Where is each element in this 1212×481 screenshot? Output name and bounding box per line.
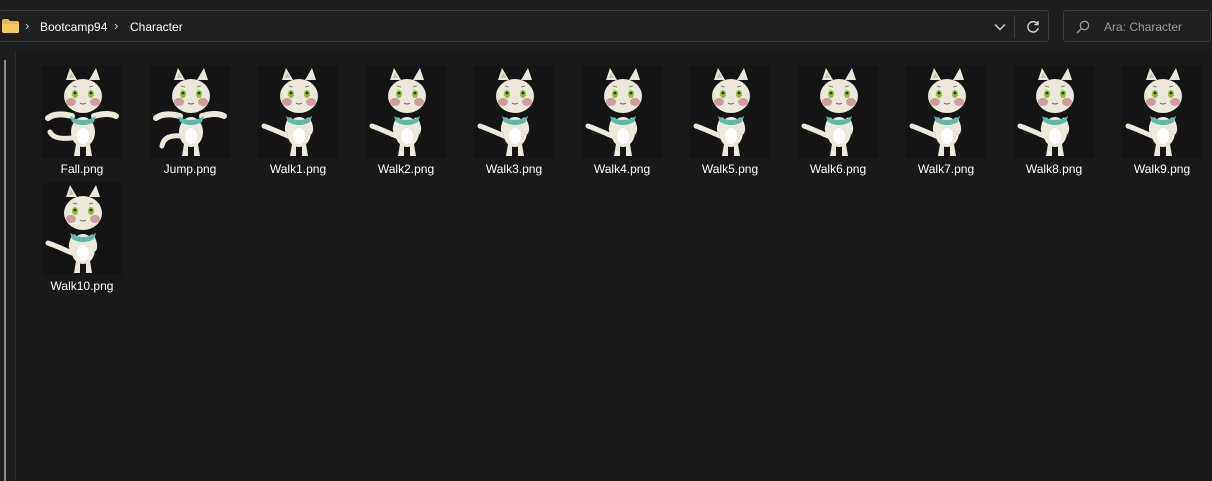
file-thumbnail: [690, 66, 770, 158]
file-grid: Fall.png Jump.png Walk1.png Walk2.png Wa…: [17, 52, 1212, 481]
file-name: Walk9.png: [1133, 162, 1191, 176]
address-toolbar: › Bootcamp94 › Character Ara: Character: [0, 0, 1212, 52]
navigation-scrollbar[interactable]: [4, 60, 6, 481]
address-divider: [1014, 15, 1015, 38]
search-input[interactable]: Ara: Character: [1104, 19, 1182, 35]
file-item[interactable]: Walk10.png: [30, 171, 134, 293]
file-item[interactable]: Walk3.png: [462, 54, 566, 176]
file-item[interactable]: Walk1.png: [246, 54, 350, 176]
refresh-icon[interactable]: [1020, 15, 1046, 39]
file-thumbnail: [42, 183, 122, 275]
file-thumbnail: [150, 66, 230, 158]
file-thumbnail: [798, 66, 878, 158]
file-item[interactable]: Walk7.png: [894, 54, 998, 176]
breadcrumb-item-bootcamp94[interactable]: Bootcamp94: [40, 18, 107, 36]
file-item[interactable]: Walk9.png: [1110, 54, 1212, 176]
file-name: Walk10.png: [50, 279, 114, 293]
file-thumbnail: [1014, 66, 1094, 158]
navigation-pane[interactable]: [0, 52, 16, 481]
address-bar[interactable]: › Bootcamp94 › Character: [0, 10, 1049, 42]
breadcrumb-separator-icon: ›: [114, 18, 119, 33]
chevron-down-icon[interactable]: [987, 15, 1013, 39]
search-box[interactable]: Ara: Character: [1063, 10, 1211, 42]
file-thumbnail: [366, 66, 446, 158]
file-thumbnail: [1122, 66, 1202, 158]
file-thumbnail: [474, 66, 554, 158]
file-name: Walk3.png: [485, 162, 543, 176]
file-name: Walk1.png: [269, 162, 327, 176]
file-thumbnail: [582, 66, 662, 158]
file-thumbnail: [258, 66, 338, 158]
file-name: Walk4.png: [593, 162, 651, 176]
file-item[interactable]: Jump.png: [138, 54, 242, 176]
search-icon: [1076, 20, 1090, 34]
breadcrumb-item-character[interactable]: Character: [130, 18, 183, 36]
file-thumbnail: [42, 66, 122, 158]
file-name: Walk7.png: [917, 162, 975, 176]
file-name: Walk2.png: [377, 162, 435, 176]
file-item[interactable]: Walk2.png: [354, 54, 458, 176]
file-item[interactable]: Walk8.png: [1002, 54, 1106, 176]
file-item[interactable]: Walk4.png: [570, 54, 674, 176]
breadcrumb-separator-icon: ›: [25, 18, 30, 33]
file-thumbnail: [906, 66, 986, 158]
file-name: Walk8.png: [1025, 162, 1083, 176]
file-name: Walk6.png: [809, 162, 867, 176]
file-item[interactable]: Walk5.png: [678, 54, 782, 176]
file-item[interactable]: Fall.png: [30, 54, 134, 176]
folder-icon: [2, 19, 19, 33]
file-name: Walk5.png: [701, 162, 759, 176]
file-name: Jump.png: [163, 162, 217, 176]
file-item[interactable]: Walk6.png: [786, 54, 890, 176]
